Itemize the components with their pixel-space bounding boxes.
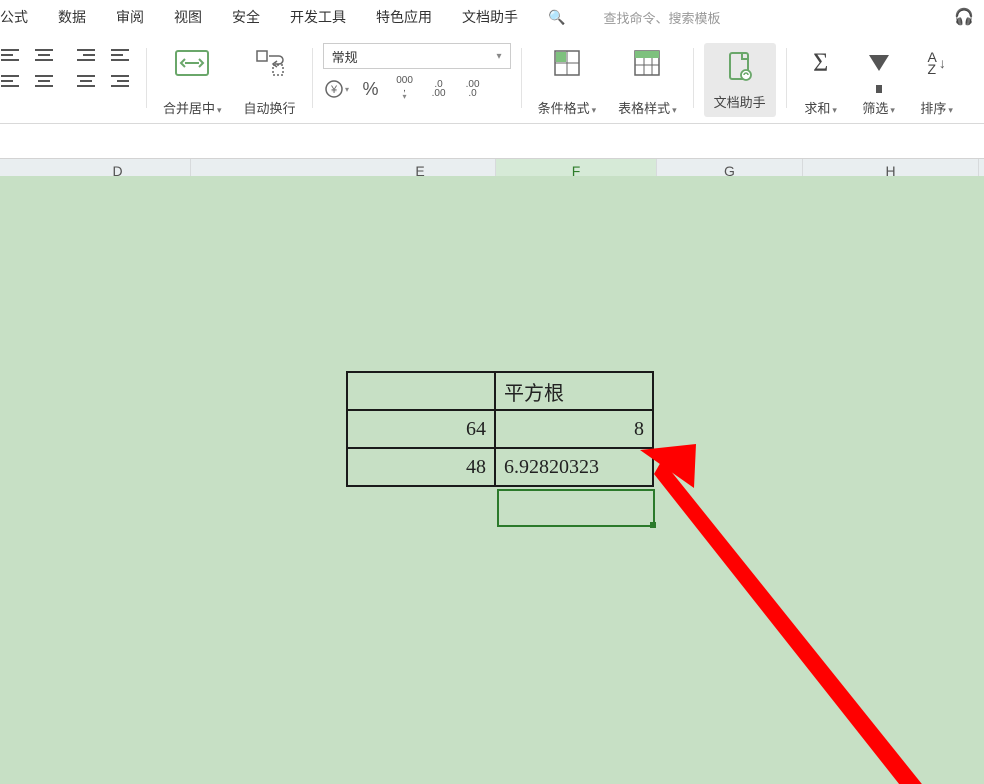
formula-bar[interactable] [0,124,984,159]
indent-group [70,43,136,117]
currency-icon[interactable]: ¥ ▾ [323,75,351,103]
table-style-label: 表格样式 [618,96,677,117]
align-left-icon[interactable] [0,71,20,91]
table-row: 64 8 [347,410,653,448]
sort-label: 排序 [920,96,953,117]
fill-handle[interactable] [650,522,656,528]
annotation-arrow [640,444,980,784]
doc-assistant-button[interactable]: 文档助手 [704,43,776,117]
table-style-button[interactable]: 表格样式 [612,43,683,117]
menu-featured[interactable]: 特色应用 [376,7,432,27]
cell-f2[interactable]: 6.92820323 [495,448,653,486]
menu-review[interactable]: 审阅 [116,7,144,27]
sort-icon: AZ↓ [919,45,955,81]
merge-center-icon [174,45,210,81]
doc-assistant-icon [722,49,758,85]
align-group [0,43,60,117]
conditional-format-button[interactable]: 条件格式 [532,43,603,117]
percent-icon[interactable]: % [357,75,385,103]
search-icon[interactable]: 🔍 [548,9,565,26]
indent-alt1-icon[interactable] [76,71,96,91]
menu-bar: 公式 数据 审阅 视图 安全 开发工具 特色应用 文档助手 🔍 查找命令、搜索模… [0,0,984,37]
increase-indent-icon[interactable] [110,45,130,65]
align-mid-icon[interactable] [34,45,54,65]
filter-button[interactable]: 筛选 [855,43,903,117]
indent-alt2-icon[interactable] [110,71,130,91]
number-format-select[interactable]: 常规 ▾ [323,43,511,69]
align-top-icon[interactable] [0,45,20,65]
filter-label: 筛选 [862,96,895,117]
table-row: 48 6.92820323 [347,448,653,486]
conditional-format-label: 条件格式 [538,96,597,117]
conditional-format-icon [549,45,585,81]
decrease-indent-icon[interactable] [76,45,96,65]
menu-view[interactable]: 视图 [174,7,202,27]
sum-label: 求和 [804,96,837,117]
wrap-text-icon [252,45,288,81]
menu-data[interactable]: 数据 [58,7,86,27]
sum-button[interactable]: Σ 求和 [797,43,845,117]
cell-e2[interactable]: 48 [347,448,495,486]
header-empty[interactable] [347,372,495,410]
merge-center-button[interactable]: 合并居中 [157,43,228,117]
cell-f1[interactable]: 8 [495,410,653,448]
ribbon: 合并居中 自动换行 常规 ▾ ¥ ▾ % 000,▾ .0.00 .00.0 [0,37,984,124]
search-placeholder[interactable]: 查找命令、搜索模板 [603,8,720,27]
number-format-group: 常规 ▾ ¥ ▾ % 000,▾ .0.00 .00.0 [323,43,511,113]
sigma-icon: Σ [803,45,839,81]
data-table: 平方根 64 8 48 6.92820323 [346,371,654,487]
support-icon[interactable]: 🎧 [954,7,974,27]
menu-security[interactable]: 安全 [232,7,260,27]
wrap-text-label: 自动换行 [244,96,296,117]
merge-center-label: 合并居中 [163,96,222,117]
chevron-down-icon: ▾ [497,51,502,62]
comma-style-icon[interactable]: 000,▾ [391,75,419,103]
active-cell[interactable] [497,489,655,527]
menu-doc-assistant[interactable]: 文档助手 [462,7,518,27]
svg-text:¥: ¥ [330,84,338,96]
decrease-decimal-icon[interactable]: .00.0 [459,75,487,103]
menu-dev-tools[interactable]: 开发工具 [290,7,346,27]
increase-decimal-icon[interactable]: .0.00 [425,75,453,103]
table-style-icon [629,45,665,81]
align-center-icon[interactable] [34,71,54,91]
sheet-area[interactable]: 平方根 64 8 48 6.92820323 [0,176,984,784]
doc-assistant-label: 文档助手 [714,90,766,111]
sort-button[interactable]: AZ↓ 排序 [913,43,961,117]
header-sqrt[interactable]: 平方根 [495,372,653,410]
funnel-icon [861,45,897,81]
menu-formula[interactable]: 公式 [0,7,28,27]
wrap-text-button[interactable]: 自动换行 [238,43,302,117]
table-row: 平方根 [347,372,653,410]
number-format-value: 常规 [332,47,358,66]
cell-e1[interactable]: 64 [347,410,495,448]
